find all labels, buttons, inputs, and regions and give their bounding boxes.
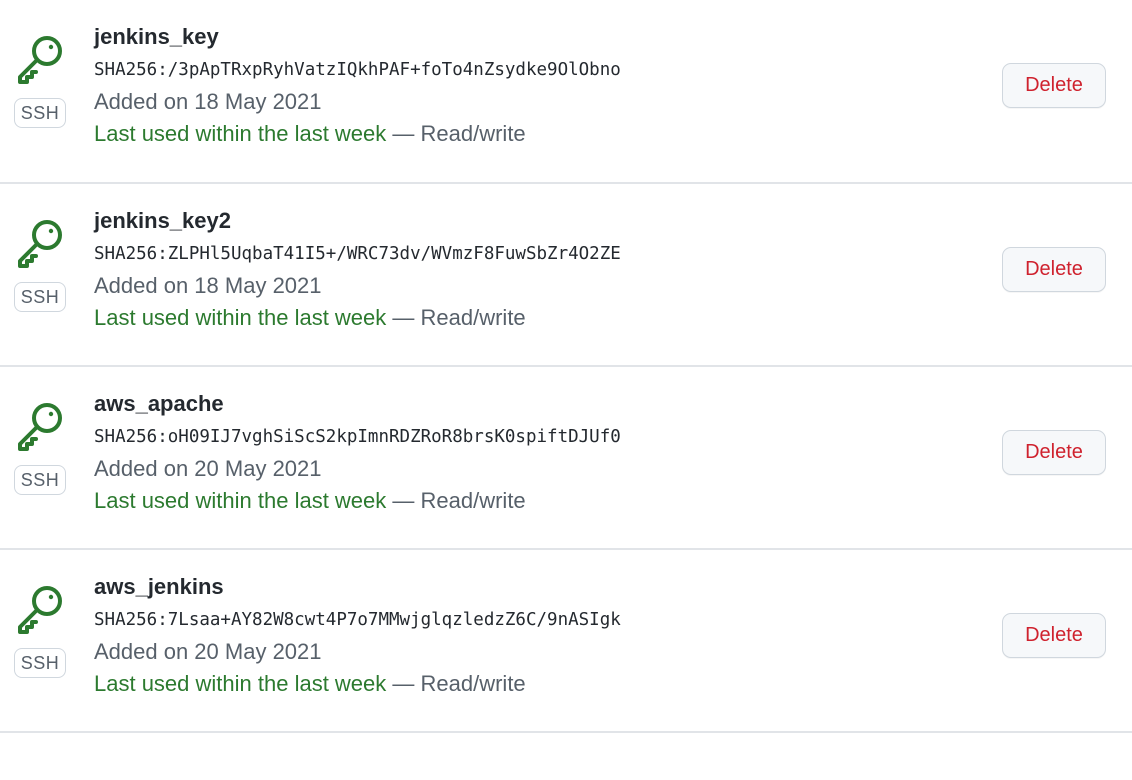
key-icon <box>18 220 62 268</box>
key-icon-column: SSH <box>12 218 68 312</box>
ssh-key-row: SSH aws_jenkins SHA256:7Lsaa+AY82W8cwt4P… <box>0 550 1132 733</box>
key-usage: Last used within the last week — Read/wr… <box>94 118 621 150</box>
key-icon-column: SSH <box>12 401 68 495</box>
key-icon <box>18 586 62 634</box>
key-usage: Last used within the last week — Read/wr… <box>94 668 621 700</box>
ssh-key-row: SSH jenkins_key2 SHA256:ZLPHl5UqbaT41I5+… <box>0 184 1132 367</box>
key-added-date: Added on 20 May 2021 <box>94 456 322 481</box>
ssh-key-row: SSH jenkins_key SHA256:/3pApTRxpRyhVatzI… <box>0 0 1132 184</box>
delete-key-button[interactable]: Delete <box>1002 247 1106 292</box>
delete-key-button[interactable]: Delete <box>1002 430 1106 475</box>
key-access-level: — Read/write <box>386 121 526 146</box>
key-details: aws_jenkins SHA256:7Lsaa+AY82W8cwt4P7o7M… <box>94 572 621 700</box>
key-fingerprint: SHA256:/3pApTRxpRyhVatzIQkhPAF+foTo4nZsy… <box>94 60 621 80</box>
key-usage: Last used within the last week — Read/wr… <box>94 485 621 517</box>
key-last-used: Last used within the last week <box>94 305 387 330</box>
key-added-date: Added on 20 May 2021 <box>94 639 322 664</box>
key-details: jenkins_key SHA256:/3pApTRxpRyhVatzIQkhP… <box>94 22 621 150</box>
key-fingerprint: SHA256:oH09IJ7vghSiScS2kpImnRDZRoR8brsK0… <box>94 427 621 447</box>
key-title: jenkins_key2 <box>94 208 231 233</box>
key-last-used: Last used within the last week <box>94 488 387 513</box>
key-last-used: Last used within the last week <box>94 121 387 146</box>
key-access-level: — Read/write <box>386 305 526 330</box>
key-title: jenkins_key <box>94 24 219 49</box>
ssh-type-badge: SSH <box>14 282 66 312</box>
key-fingerprint: SHA256:ZLPHl5UqbaT41I5+/WRC73dv/WVmzF8Fu… <box>94 244 621 264</box>
ssh-key-row: SSH aws_apache SHA256:oH09IJ7vghSiScS2kp… <box>0 367 1132 550</box>
key-title: aws_jenkins <box>94 574 224 599</box>
key-details: jenkins_key2 SHA256:ZLPHl5UqbaT41I5+/WRC… <box>94 206 621 334</box>
key-details: aws_apache SHA256:oH09IJ7vghSiScS2kpImnR… <box>94 389 621 517</box>
key-title: aws_apache <box>94 391 224 416</box>
delete-key-button[interactable]: Delete <box>1002 613 1106 658</box>
key-added-date: Added on 18 May 2021 <box>94 89 322 114</box>
key-access-level: — Read/write <box>386 488 526 513</box>
key-icon <box>18 36 62 84</box>
key-access-level: — Read/write <box>386 671 526 696</box>
key-last-used: Last used within the last week <box>94 671 387 696</box>
ssh-type-badge: SSH <box>14 98 66 128</box>
key-icon-column: SSH <box>12 584 68 678</box>
ssh-type-badge: SSH <box>14 465 66 495</box>
key-icon <box>18 403 62 451</box>
key-added-date: Added on 18 May 2021 <box>94 273 322 298</box>
ssh-type-badge: SSH <box>14 648 66 678</box>
delete-key-button[interactable]: Delete <box>1002 63 1106 108</box>
key-fingerprint: SHA256:7Lsaa+AY82W8cwt4P7o7MMwjglqzledzZ… <box>94 610 621 630</box>
key-usage: Last used within the last week — Read/wr… <box>94 302 621 334</box>
ssh-key-list: SSH jenkins_key SHA256:/3pApTRxpRyhVatzI… <box>0 0 1132 733</box>
key-icon-column: SSH <box>12 34 68 128</box>
